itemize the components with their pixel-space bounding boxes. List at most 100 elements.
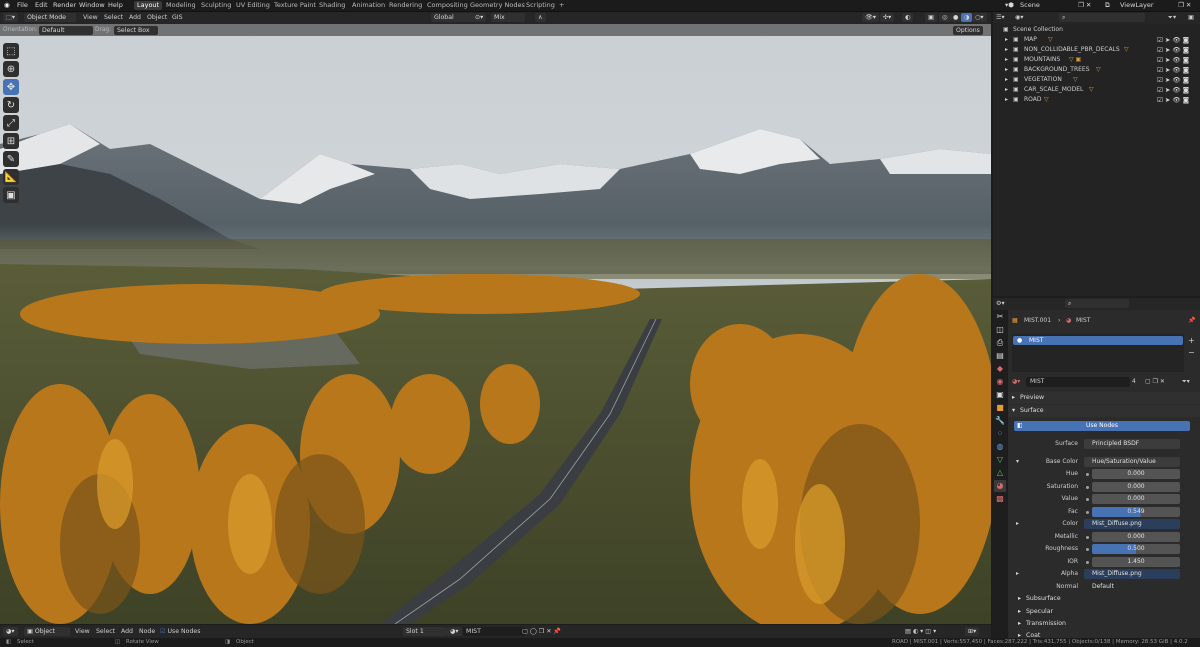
new-collection-icon[interactable]: ▣ [1188, 13, 1194, 22]
workspace-tab-scripting[interactable]: Scripting [523, 1, 558, 10]
blender-logo-icon[interactable]: ◉ [4, 1, 10, 10]
material-name-field[interactable]: MIST [1026, 377, 1130, 387]
node-menu-node[interactable]: Node [139, 627, 155, 636]
transform-icon[interactable]: ⊞ [3, 133, 19, 149]
viewport-scene-render[interactable] [0, 24, 991, 624]
properties-editor-icon[interactable]: ⚙▾ [996, 299, 1005, 308]
visibility-icon[interactable]: 👁▾ [862, 13, 879, 22]
roughness-slider[interactable]: 0.500 [1092, 544, 1180, 554]
rendered-shading-icon[interactable]: ○▾ [972, 13, 987, 22]
view-layer-copy-icon[interactable]: ❐ ✕ [1178, 1, 1191, 10]
material-actions-icon[interactable]: ▢ ◯ ❐ ✕ 📌 [522, 627, 561, 636]
outliner-editor-icon[interactable]: ☰▾ [996, 13, 1005, 22]
normal-dropdown[interactable]: Default [1084, 582, 1180, 592]
base-color-node-dropdown[interactable]: Hue/Saturation/Value [1084, 457, 1180, 467]
texture-tab-icon[interactable]: ▩ [994, 493, 1006, 505]
menu-edit[interactable]: Edit [35, 1, 48, 10]
visibility-toggles[interactable]: ☑ ➤ 👁 ◙ [1157, 35, 1189, 45]
metallic-field[interactable]: 0.000 [1092, 532, 1180, 542]
xray-icon[interactable]: ▣ [925, 13, 937, 22]
expand-arrow-icon[interactable]: ▸ [1005, 55, 1008, 65]
render-tab-icon[interactable]: ◫ [994, 324, 1006, 336]
wireframe-shading-icon[interactable]: ◎ [939, 13, 951, 22]
menu-help[interactable]: Help [108, 1, 123, 10]
fac-slider[interactable]: 0.549 [1092, 507, 1180, 517]
material-tab-icon[interactable]: ◕ [994, 480, 1006, 492]
particles-tab-icon[interactable]: ⁘ [994, 428, 1006, 440]
add-workspace-button[interactable]: + [556, 1, 567, 10]
collapse-arrow-icon[interactable]: ▸ [1016, 518, 1019, 530]
outliner-row-background-trees[interactable]: ▸ ▣ BACKGROUND_TREES ▽ ☑ ➤ 👁 ◙ [993, 65, 1200, 75]
outliner-row-road[interactable]: ▸ ▣ ROAD ▽ ☑ ➤ 👁 ◙ [993, 95, 1200, 105]
viewport-menu-object[interactable]: Object [147, 13, 167, 22]
scene-collection-row[interactable]: ▣ Scene Collection [993, 25, 1200, 35]
value-field[interactable]: 0.000 [1092, 494, 1180, 504]
outliner-display-mode-icon[interactable]: ◉▾ [1015, 13, 1024, 22]
outliner-row-non-collidable[interactable]: ▸ ▣ NON_COLLIDABLE_PBR_DECALS ▽ ☑ ➤ 👁 ◙ [993, 45, 1200, 55]
use-nodes-checkbox[interactable]: ☑ Use Nodes [160, 627, 200, 636]
viewport-menu-add[interactable]: Add [129, 13, 141, 22]
transmission-section[interactable]: ▸ Transmission [1008, 618, 1200, 630]
scale-icon[interactable]: ⤢ [3, 115, 19, 131]
expand-arrow-icon[interactable]: ▸ [1005, 85, 1008, 95]
expand-arrow-icon[interactable]: ▾ [1016, 456, 1019, 468]
output-tab-icon[interactable]: ⎙ [994, 337, 1006, 349]
object-tab-icon[interactable]: ■ [994, 402, 1006, 414]
viewport-menu-view[interactable]: View [83, 13, 98, 22]
workspace-tab-shading[interactable]: Shading [316, 1, 348, 10]
outliner-row-vegetation[interactable]: ▸ ▣ VEGETATION ▽ ☑ ➤ 👁 ◙ [993, 75, 1200, 85]
visibility-toggles[interactable]: ☑ ➤ 👁 ◙ [1157, 65, 1189, 75]
node-overlay-icons[interactable]: ▤ ◐ ▾ ◫ ▾ [905, 627, 936, 636]
material-shading-icon[interactable]: ◑ [961, 13, 973, 22]
expand-arrow-icon[interactable]: ▸ [1005, 75, 1008, 85]
node-material-name-field[interactable]: MIST [463, 627, 525, 636]
properties-search-input[interactable]: ⌕ [1065, 299, 1129, 308]
material-slot-list[interactable]: ● MIST [1012, 334, 1184, 372]
surface-section[interactable]: ▾ Surface [1008, 405, 1200, 417]
3d-viewport[interactable] [0, 24, 991, 624]
outliner-row-mountains[interactable]: ▸ ▣ MOUNTAINS ▽ ▣ ☑ ➤ 👁 ◙ [993, 55, 1200, 65]
object-mode-dropdown[interactable]: Object Mode [24, 13, 76, 22]
collection-tab-icon[interactable]: ▣ [994, 389, 1006, 401]
workspace-tab-sculpting[interactable]: Sculpting [198, 1, 234, 10]
transform-orientation-dropdown[interactable]: Global [431, 13, 473, 22]
tool-tab-icon[interactable]: ✂ [994, 311, 1006, 323]
world-tab-icon[interactable]: ◉ [994, 376, 1006, 388]
workspace-tab-animation[interactable]: Animation [349, 1, 388, 10]
view-layer-icon[interactable]: ⧉ [1105, 1, 1110, 10]
select-box-icon[interactable]: ⬚ [3, 43, 19, 59]
constraints-tab-icon[interactable]: ▽ [994, 454, 1006, 466]
outliner-search-input[interactable]: ⌕ [1059, 13, 1145, 22]
preview-section[interactable]: ▸ Preview [1008, 392, 1200, 404]
visibility-toggles[interactable]: ☑ ➤ 👁 ◙ [1157, 75, 1189, 85]
view-layer-tab-icon[interactable]: ▤ [994, 350, 1006, 362]
cursor-icon[interactable]: ⊕ [3, 61, 19, 77]
shader-type-dropdown[interactable]: ▣ Object [24, 627, 70, 636]
measure-icon[interactable]: 📐 [3, 169, 19, 185]
remove-slot-icon[interactable]: − [1188, 348, 1195, 357]
scene-icon[interactable]: ▾⬢ [1005, 1, 1014, 10]
add-slot-icon[interactable]: + [1188, 336, 1195, 345]
node-menu-view[interactable]: View [75, 627, 90, 636]
specular-section[interactable]: ▸ Specular [1008, 606, 1200, 618]
alpha-texture-dropdown[interactable]: Mist_Diffuse.png [1084, 569, 1180, 579]
move-icon[interactable]: ✥ [3, 79, 19, 95]
orientation-dropdown[interactable]: Default [39, 26, 93, 35]
menu-window[interactable]: Window [79, 1, 105, 10]
material-slot-item[interactable]: ● MIST [1013, 336, 1183, 345]
slot-dropdown[interactable]: Slot 1 [403, 627, 447, 636]
modifier-tab-icon[interactable]: 🔧 [994, 415, 1006, 427]
user-count[interactable]: 4 [1132, 376, 1136, 388]
filter-icon[interactable]: ⏷▾ [1168, 13, 1176, 22]
outliner-row-car-scale-model[interactable]: ▸ ▣ CAR_SCALE_MODEL ▽ ☑ ➤ 👁 ◙ [993, 85, 1200, 95]
collapse-arrow-icon[interactable]: ▸ [1016, 568, 1019, 580]
material-actions-icon[interactable]: ▢ ❐ ✕ [1145, 376, 1165, 388]
gizmo-icon[interactable]: ✣▾ [880, 13, 895, 22]
browse-material-icon[interactable]: ◕▾ [1012, 376, 1020, 388]
view-layer-name[interactable]: ViewLayer [1120, 1, 1154, 10]
drag-dropdown[interactable]: Select Box [114, 26, 158, 35]
expand-arrow-icon[interactable]: ▸ [1005, 65, 1008, 75]
hue-field[interactable]: 0.000 [1092, 469, 1180, 479]
expand-arrow-icon[interactable]: ▸ [1005, 95, 1008, 105]
proportional-editing-icon[interactable]: ∧ [535, 13, 546, 22]
